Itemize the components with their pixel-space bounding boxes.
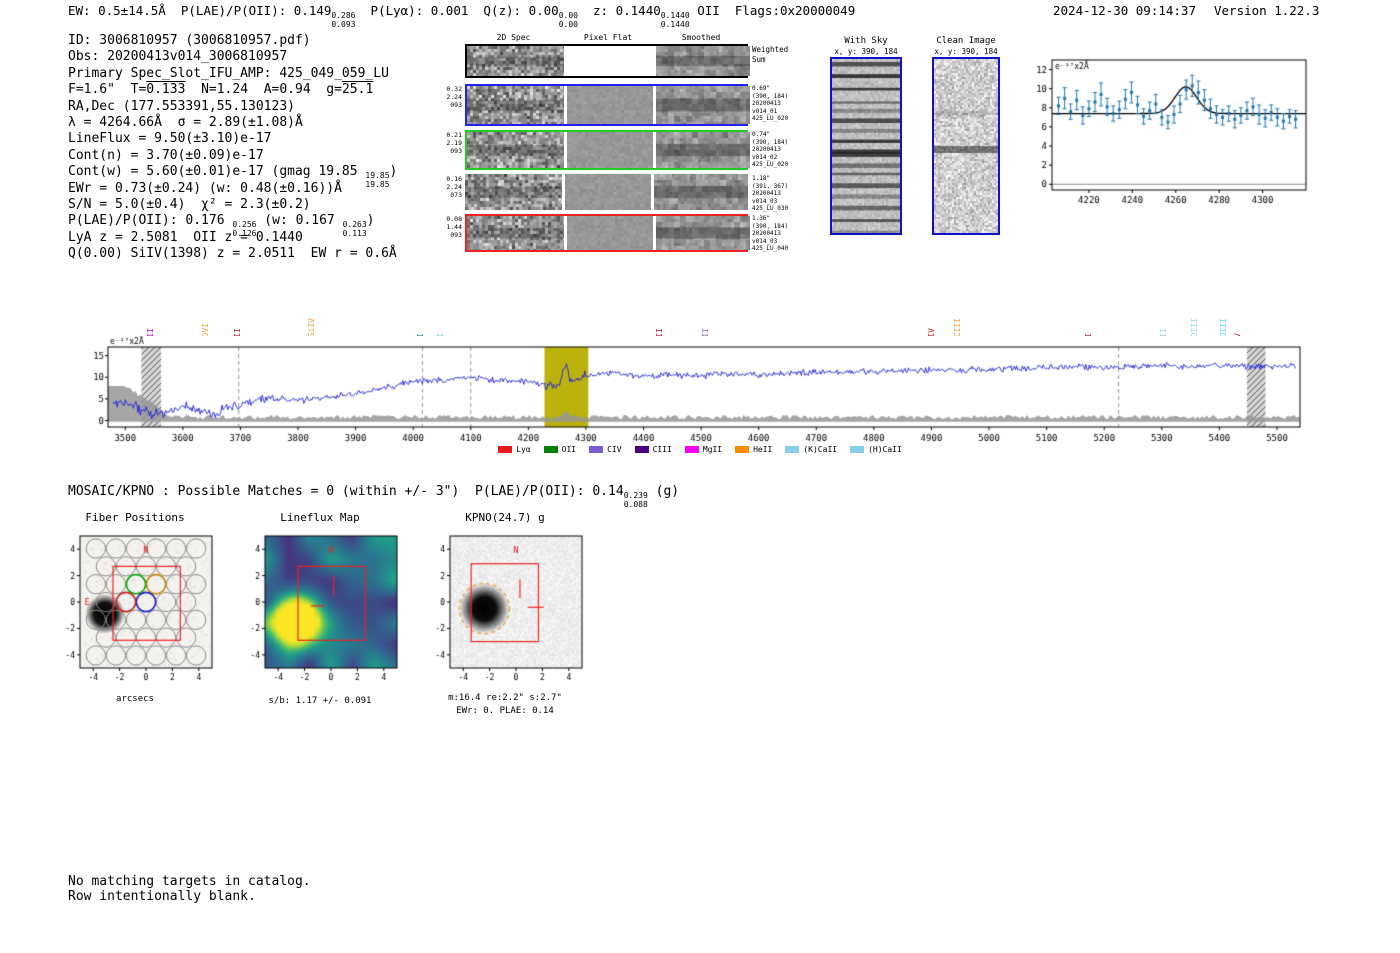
kpno-caption-1: m:16.4 re:2.2" s:2.7" [448,693,562,703]
cutout-row [465,174,748,210]
legend-swatch [543,446,558,453]
legend-label: (H)CaII [868,445,902,454]
legend-swatch [735,446,750,453]
fiber-xlabel: arcsecs [116,694,154,704]
footer-line-1: No matching targets in catalog. [68,874,311,889]
fiber-positions-title: Fiber Positions [85,511,185,524]
lineflux-caption: s/b: 1.17 +/- 0.091 [268,696,372,706]
cutout-row [465,44,750,78]
legend-label: CIV [607,445,622,454]
legend-item: OII [543,445,577,454]
legend-swatch [634,446,649,453]
legend-item: Lyα [498,445,531,454]
cleanimage-coords: x, y: 390, 184 [934,47,998,56]
cutout-2dspec-canvas [465,174,562,210]
full-spectrum-plot [88,336,1312,452]
cutout-annotation: 1.36" (390, 184) 20200413 v014_03 425_LU_040 [752,215,789,253]
legend-item: CIII [634,445,672,454]
legend-label: MgII [702,445,723,454]
cutout-header-smoothed: Smoothed [681,33,721,42]
cutout-annotation: 0.69" (390, 184) 20200413 v014_01 425_LU_020 [752,85,789,123]
cutout-fiber-weights: 0.16 2.24 073 [446,175,462,199]
legend-swatch [785,446,800,453]
cutout-2dspec-canvas [467,46,564,76]
lineflux-map-plot [235,524,405,710]
legend-label: (K)CaII [803,445,838,454]
legend-label: CIII [652,445,672,454]
header-meta: 2024-12-30 09:14:37 Version 1.22.3 [1053,3,1319,18]
kpno-image-plot [420,524,590,710]
kpno-title: KPNO(24.7) g [465,511,545,524]
emission-line-labels: CIII} OVIHeII} SiIVOIICIINVSiIIHeIIHεHδS… [0,256,1400,347]
legend-item: (H)CaII [850,445,902,454]
withsky-image [830,57,902,235]
cutout-row [465,84,750,126]
info-line: P(LAE)/P(OII): 0.176 0.256 0.126 (w: 0.16… [68,213,375,238]
cutout-smoothed-canvas [654,174,748,210]
report-version: Version 1.22.3 [1214,3,1320,18]
matches-summary: MOSAIC/KPNO : Possible Matches = 0 (with… [68,484,680,509]
line-fit-plot [1022,50,1314,218]
info-line: λ = 4264.66Å σ = 2.89(±1.08)Å [68,114,303,130]
legend-swatch [589,446,604,453]
info-line: F=1.6" T=0.133 N=1.24 A=0.94 g=25.1 [68,82,374,98]
cutout-smoothed-canvas [656,132,750,168]
cutout-2dspec-canvas [467,86,564,124]
cutout-pixelflat-canvas [567,86,653,124]
info-line: Cont(n) = 3.70(±0.09)e-17 [68,147,264,163]
withsky-title: With Sky [844,36,888,46]
legend-item: MgII [684,445,723,454]
info-line: RA,Dec (177.553391,55.130123) [68,98,295,114]
cutout-smoothed-canvas [656,86,750,124]
cutout-row [465,130,750,170]
cleanimage-image [932,57,1000,235]
header-summary: EW: 0.5±14.5Å P(LAE)/P(OII): 0.149 0.286 0… [68,3,856,29]
cutout-annotation: Weighted Sum [752,45,789,64]
legend-label: HeII [753,445,773,454]
cutout-2dspec-canvas [467,216,564,250]
spectrum-legend: Lyα OII CIV CIII MgII HeII (K)CaII (H)CaII [440,445,960,454]
kpno-caption-2: EWr: 0. PLAE: 0.14 [456,706,554,716]
info-line: ID: 3006810957 (3006810957.pdf) [68,33,311,48]
detection-info-block: ID: 3006810957 (3006810957.pdf) Obs: 2020… [68,33,397,262]
cutout-annotation: 0.74" (390, 184) 20200413 v014_02 425_LU_020 [752,131,789,169]
cutout-fiber-weights: 0.32 2.24 093 [446,85,462,109]
legend-label: OII [561,445,577,454]
cutout-fiber-weights: 0.08 1.44 093 [446,215,462,239]
info-line: Primary Spec_Slot_IFU_AMP: 425_049_059_L… [68,65,389,81]
info-line: LineFlux = 9.50(±3.10)e-17 [68,131,272,147]
cutout-row [465,214,750,252]
cutout-header-pixelflat: Pixel Flat [583,33,633,42]
cutout-header-2dspec: 2D Spec [496,33,531,42]
cutout-smoothed-canvas [656,46,750,76]
report-datetime: 2024-12-30 09:14:37 [1053,3,1196,18]
footer-line-2: Row intentionally blank. [68,889,256,904]
info-line: EWr = 0.73(±0.24) (w: 0.48(±0.16))Å [68,180,342,196]
legend-label: Lyα [516,445,531,454]
legend-swatch [498,446,513,453]
info-line: Cont(w) = 5.60(±0.01)e-17 (gmag 19.85 19… [68,164,398,189]
legend-item: CIV [589,445,622,454]
legend-item: HeII [735,445,772,454]
cutout-annotation: 1.18" (391, 367) 20200413 v014_03 425_LU_030 [752,175,789,213]
legend-swatch [684,446,699,453]
lineflux-map-title: Lineflux Map [280,511,360,524]
cleanimage-title: Clean Image [936,36,996,46]
cutout-2dspec-canvas [467,132,564,168]
legend-item: (K)CaII [785,445,837,454]
cutout-pixelflat-canvas [565,174,651,210]
cutout-fiber-weights: 0.21 2.19 093 [446,131,462,155]
info-line: Obs: 20200413v014_3006810957 [68,49,288,65]
withsky-coords: x, y: 390, 184 [834,47,898,56]
cutout-pixelflat-canvas [567,216,653,250]
legend-swatch [850,446,865,453]
cutout-pixelflat-canvas [567,132,653,168]
fiber-positions-plot [50,524,220,710]
info-line: S/N = 5.0(±0.4) χ² = 2.3(±0.2) [68,196,311,212]
cutout-smoothed-canvas [656,216,750,250]
